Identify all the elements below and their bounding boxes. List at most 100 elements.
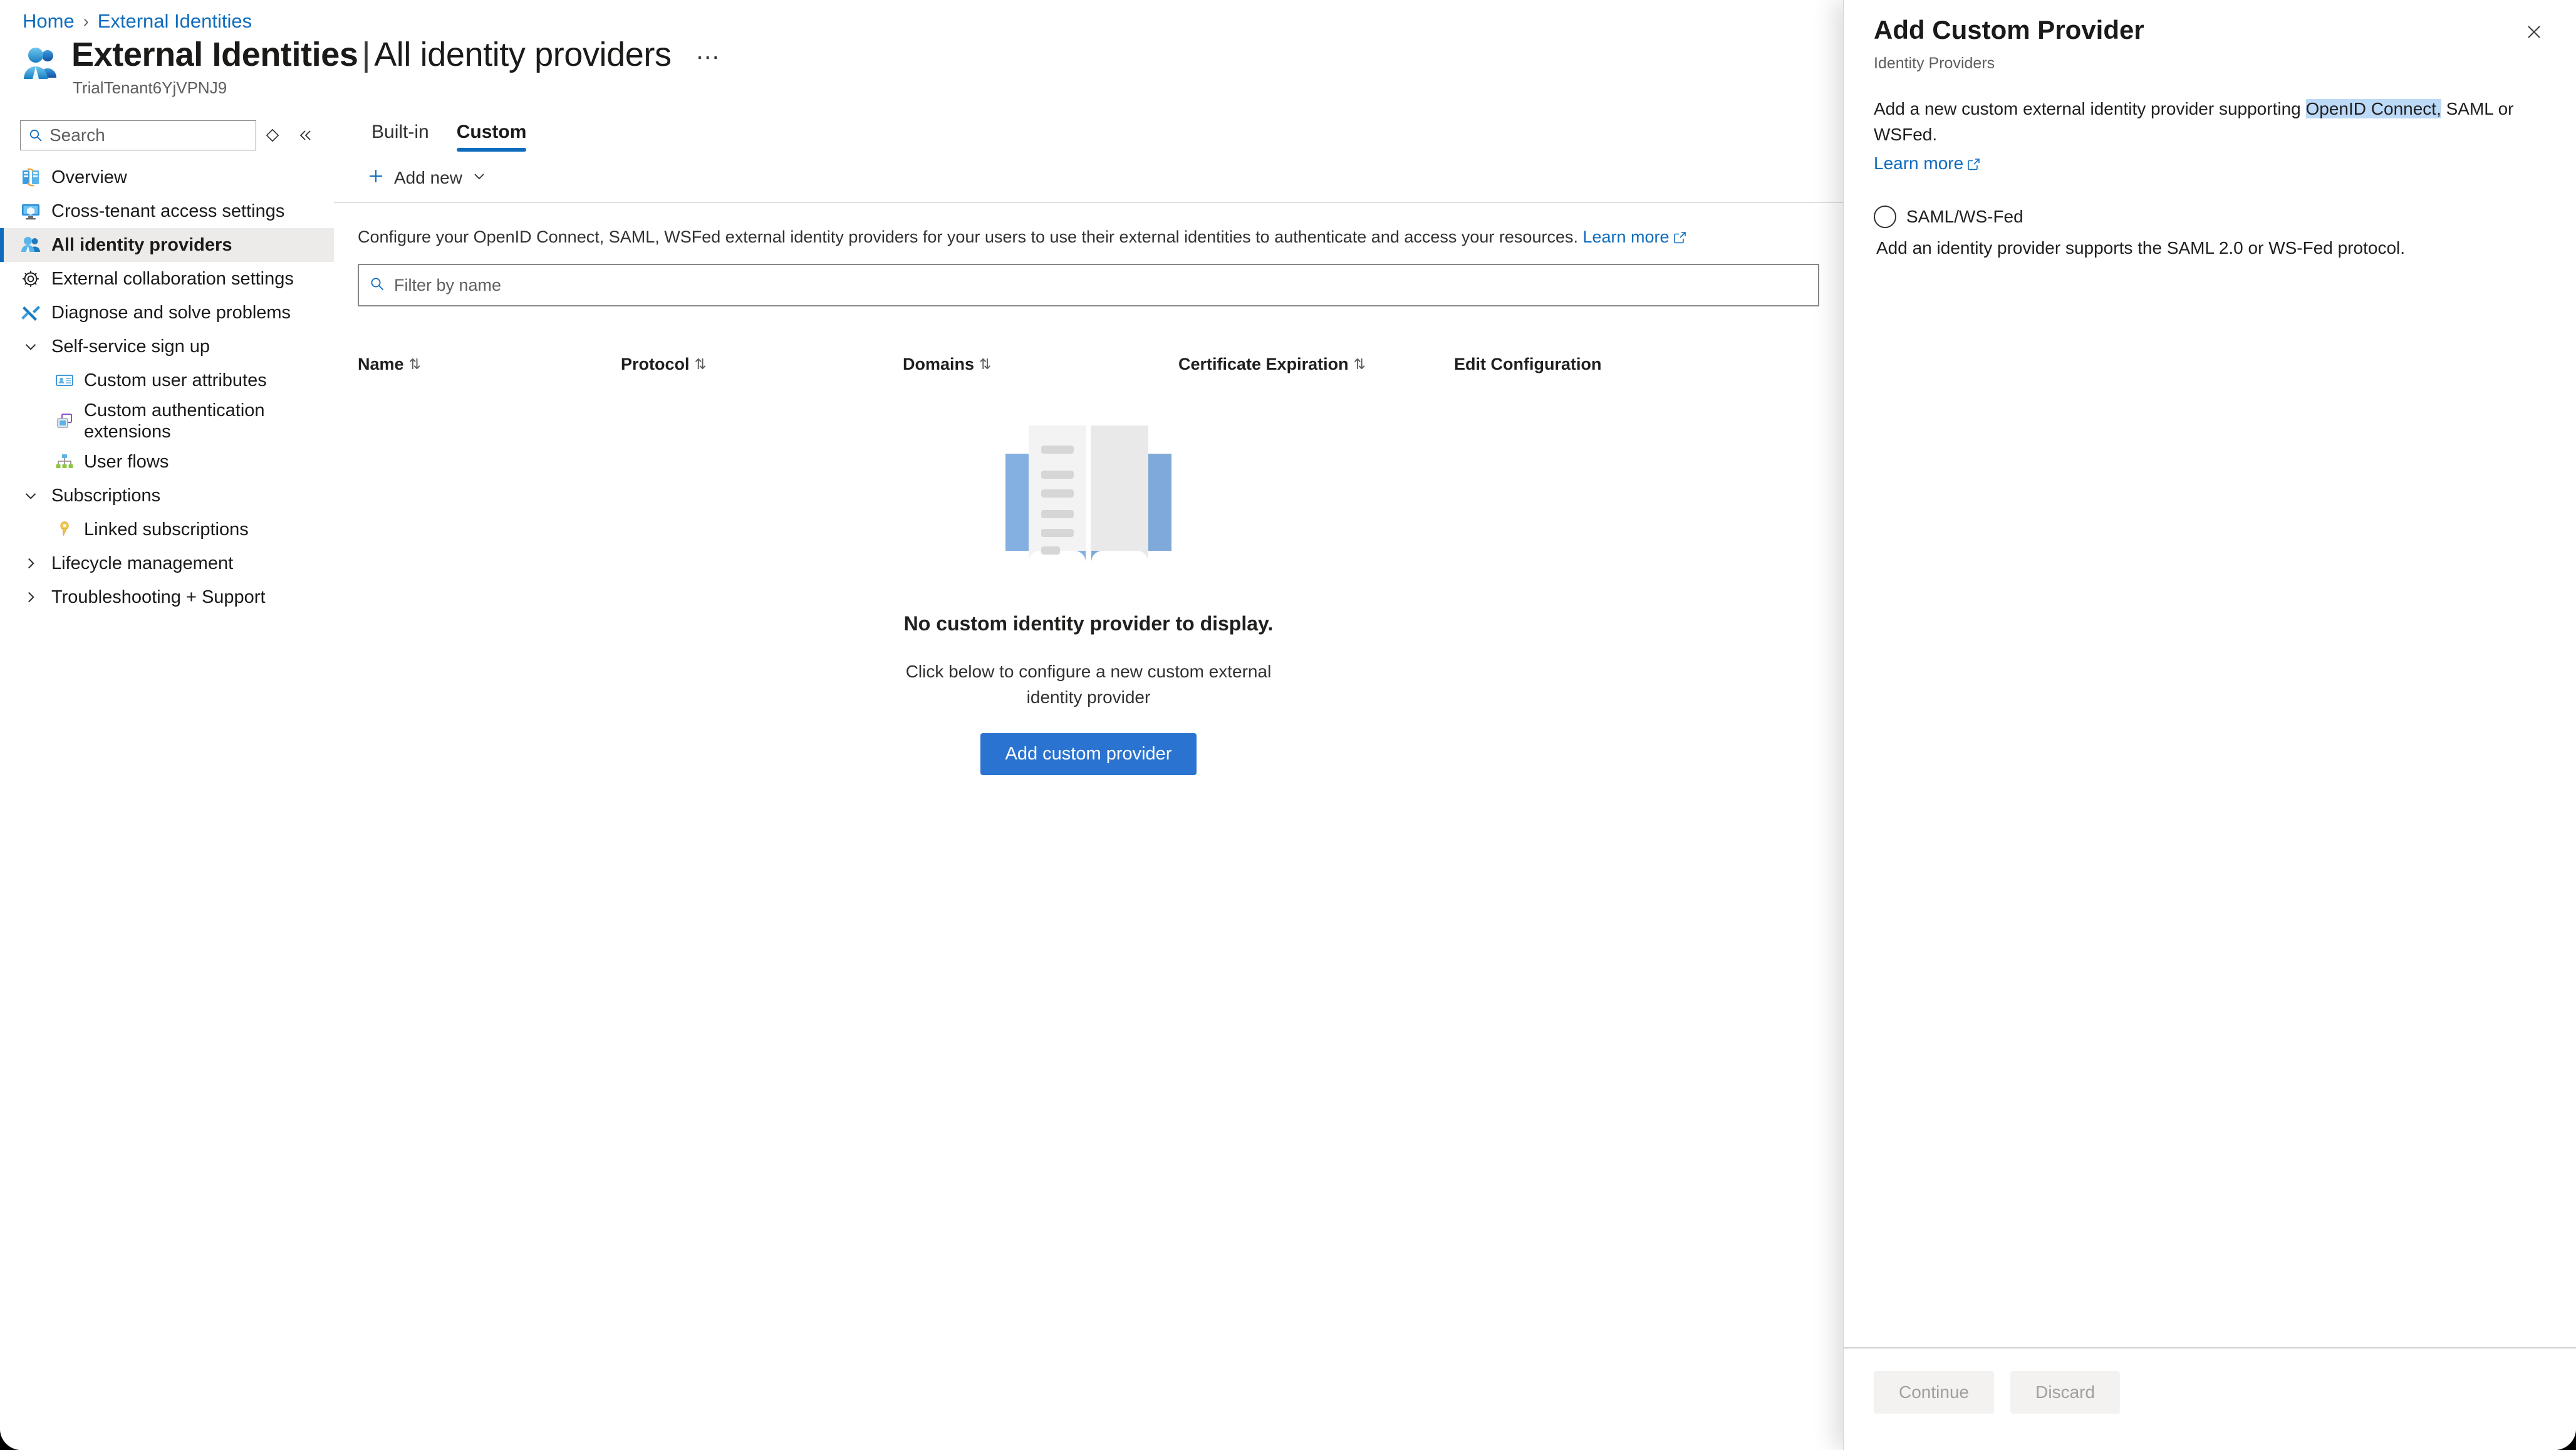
sidebar-item-diagnose-and-solve-problems[interactable]: Diagnose and solve problems — [0, 296, 334, 330]
sidebar-item-label: Lifecycle management — [51, 553, 234, 573]
search-placeholder: Search — [49, 125, 105, 145]
search-icon — [28, 128, 43, 143]
learn-more-link[interactable]: Learn more — [1582, 227, 1686, 246]
tab-label: Built-in — [371, 122, 429, 142]
key-icon — [54, 519, 75, 540]
sidebar-item-label: Self-service sign up — [51, 336, 210, 357]
panel-learn-more-label: Learn more — [1874, 154, 1964, 174]
close-icon[interactable] — [2516, 14, 2552, 50]
sidebar: Search Overview Cross-tenant access sett… — [0, 110, 334, 1450]
sidebar-item-external-collaboration-settings[interactable]: External collaboration settings — [0, 262, 334, 296]
tab-built-in[interactable]: Built-in — [358, 115, 443, 154]
column-header-edit-configuration: Edit Configuration — [1454, 355, 1601, 374]
chevron-down-icon — [20, 485, 41, 506]
table-header-row: Name ⇅ Protocol ⇅ Domains ⇅ Certificate … — [358, 347, 1819, 382]
main-content: Built-in Custom Add new Configure your O… — [334, 110, 1843, 1450]
column-header-name[interactable]: Name ⇅ — [358, 355, 621, 374]
sort-icon: ⇅ — [979, 355, 992, 372]
column-header-protocol[interactable]: Protocol ⇅ — [621, 355, 903, 374]
page-title-main: External Identities — [71, 36, 358, 73]
sidebar-group-lifecycle-management[interactable]: Lifecycle management — [0, 546, 334, 580]
wrench-screwdriver-icon — [20, 302, 41, 323]
sidebar-item-label: Subscriptions — [51, 485, 161, 506]
sidebar-search-row: Search — [20, 120, 334, 150]
external-link-icon — [1673, 227, 1687, 250]
radio-option-label: SAML/WS-Fed — [1906, 207, 2023, 227]
add-custom-provider-panel: Add Custom Provider Identity Providers A… — [1843, 0, 2576, 1450]
identity-providers-icon — [20, 234, 41, 256]
chevron-right-icon — [20, 553, 41, 574]
add-new-label: Add new — [394, 168, 462, 187]
sidebar-group-subscriptions[interactable]: Subscriptions — [0, 479, 334, 513]
gear-icon — [20, 268, 41, 289]
sidebar-item-label: Overview — [51, 167, 127, 187]
sidebar-group-troubleshooting-support[interactable]: Troubleshooting + Support — [0, 580, 334, 614]
command-toolbar: Add new — [334, 154, 1843, 203]
panel-subtitle: Identity Providers — [1874, 55, 1995, 72]
sidebar-item-label: Troubleshooting + Support — [51, 587, 266, 607]
page-more-menu-button[interactable]: … — [690, 38, 727, 70]
breadcrumb: Home › External Identities — [23, 10, 252, 33]
chevron-right-icon — [20, 587, 41, 608]
add-new-button[interactable]: Add new — [358, 160, 496, 196]
sidebar-item-custom-authentication-extensions[interactable]: Custom authentication extensions — [0, 397, 334, 445]
user-flows-icon — [54, 451, 75, 472]
continue-button[interactable]: Continue — [1874, 1371, 1995, 1414]
sidebar-item-label: Cross-tenant access settings — [51, 201, 285, 221]
filter-input[interactable]: Filter by name — [358, 264, 1819, 307]
column-label: Edit Configuration — [1454, 354, 1602, 373]
collapse-double-chevron-icon[interactable] — [289, 120, 321, 150]
add-custom-provider-button[interactable]: Add custom provider — [980, 733, 1197, 775]
overview-icon — [20, 167, 41, 188]
sidebar-item-user-flows[interactable]: User flows — [0, 445, 334, 479]
sidebar-item-label: User flows — [84, 451, 169, 472]
page-title-divider: | — [361, 36, 371, 73]
panel-learn-more-link[interactable]: Learn more — [1874, 154, 1981, 173]
external-identities-icon — [23, 45, 59, 81]
empty-state: No custom identity provider to display. … — [334, 419, 1843, 775]
sidebar-item-label: External collaboration settings — [51, 268, 294, 289]
sidebar-item-label: Linked subscriptions — [84, 519, 249, 540]
panel-footer: Continue Discard — [1844, 1347, 2576, 1450]
chevron-down-icon — [20, 336, 41, 357]
column-label: Domains — [903, 354, 975, 373]
user-attributes-icon — [54, 370, 75, 391]
sidebar-group-self-service-sign-up[interactable]: Self-service sign up — [0, 330, 334, 363]
browser-viewport: Home › External Identities External Iden… — [0, 0, 2576, 1450]
tenant-name: TrialTenant6YjVPNJ9 — [73, 78, 227, 97]
sidebar-item-all-identity-providers[interactable]: All identity providers — [0, 228, 334, 262]
sidebar-item-cross-tenant-access-settings[interactable]: Cross-tenant access settings — [0, 194, 334, 228]
radio-button-icon[interactable] — [1874, 206, 1896, 229]
tab-label: Custom — [456, 122, 527, 142]
description-text: Configure your OpenID Connect, SAML, WSF… — [358, 227, 1578, 246]
tab-custom[interactable]: Custom — [443, 115, 541, 154]
breadcrumb-external-identities[interactable]: External Identities — [98, 10, 252, 33]
external-link-icon — [1967, 155, 1981, 175]
search-icon — [369, 276, 385, 295]
column-header-certificate-expiration[interactable]: Certificate Expiration ⇅ — [1178, 355, 1454, 374]
breadcrumb-separator-icon: › — [83, 11, 89, 31]
pin-diamond-icon[interactable] — [256, 120, 289, 150]
extension-icon — [54, 410, 75, 432]
sidebar-item-linked-subscriptions[interactable]: Linked subscriptions — [0, 513, 334, 546]
radio-option-saml-wsfed[interactable]: SAML/WS-Fed — [1874, 206, 2546, 229]
panel-description: Add a new custom external identity provi… — [1874, 96, 2546, 147]
chevron-down-icon — [471, 168, 487, 189]
sort-icon: ⇅ — [408, 355, 421, 372]
radio-option-description: Add an identity provider supports the SA… — [1876, 238, 2406, 258]
breadcrumb-home[interactable]: Home — [23, 10, 75, 33]
column-label: Certificate Expiration — [1178, 354, 1349, 373]
sidebar-item-custom-user-attributes[interactable]: Custom user attributes — [0, 363, 334, 397]
column-header-domains[interactable]: Domains ⇅ — [903, 355, 1178, 374]
search-input[interactable]: Search — [20, 120, 256, 150]
sidebar-item-overview[interactable]: Overview — [0, 160, 334, 194]
sidebar-item-label: Custom user attributes — [84, 370, 267, 390]
discard-button[interactable]: Discard — [2010, 1371, 2121, 1414]
panel-description-before: Add a new custom external identity provi… — [1874, 99, 2306, 118]
filter-placeholder: Filter by name — [394, 275, 502, 295]
sidebar-item-label: Diagnose and solve problems — [51, 302, 291, 323]
empty-state-title: No custom identity provider to display. — [903, 612, 1274, 635]
title-block: External Identities | All identity provide… — [71, 35, 727, 98]
panel-title: Add Custom Provider — [1874, 15, 2144, 44]
empty-state-subtitle: Click below to configure a new custom ex… — [905, 662, 1272, 707]
